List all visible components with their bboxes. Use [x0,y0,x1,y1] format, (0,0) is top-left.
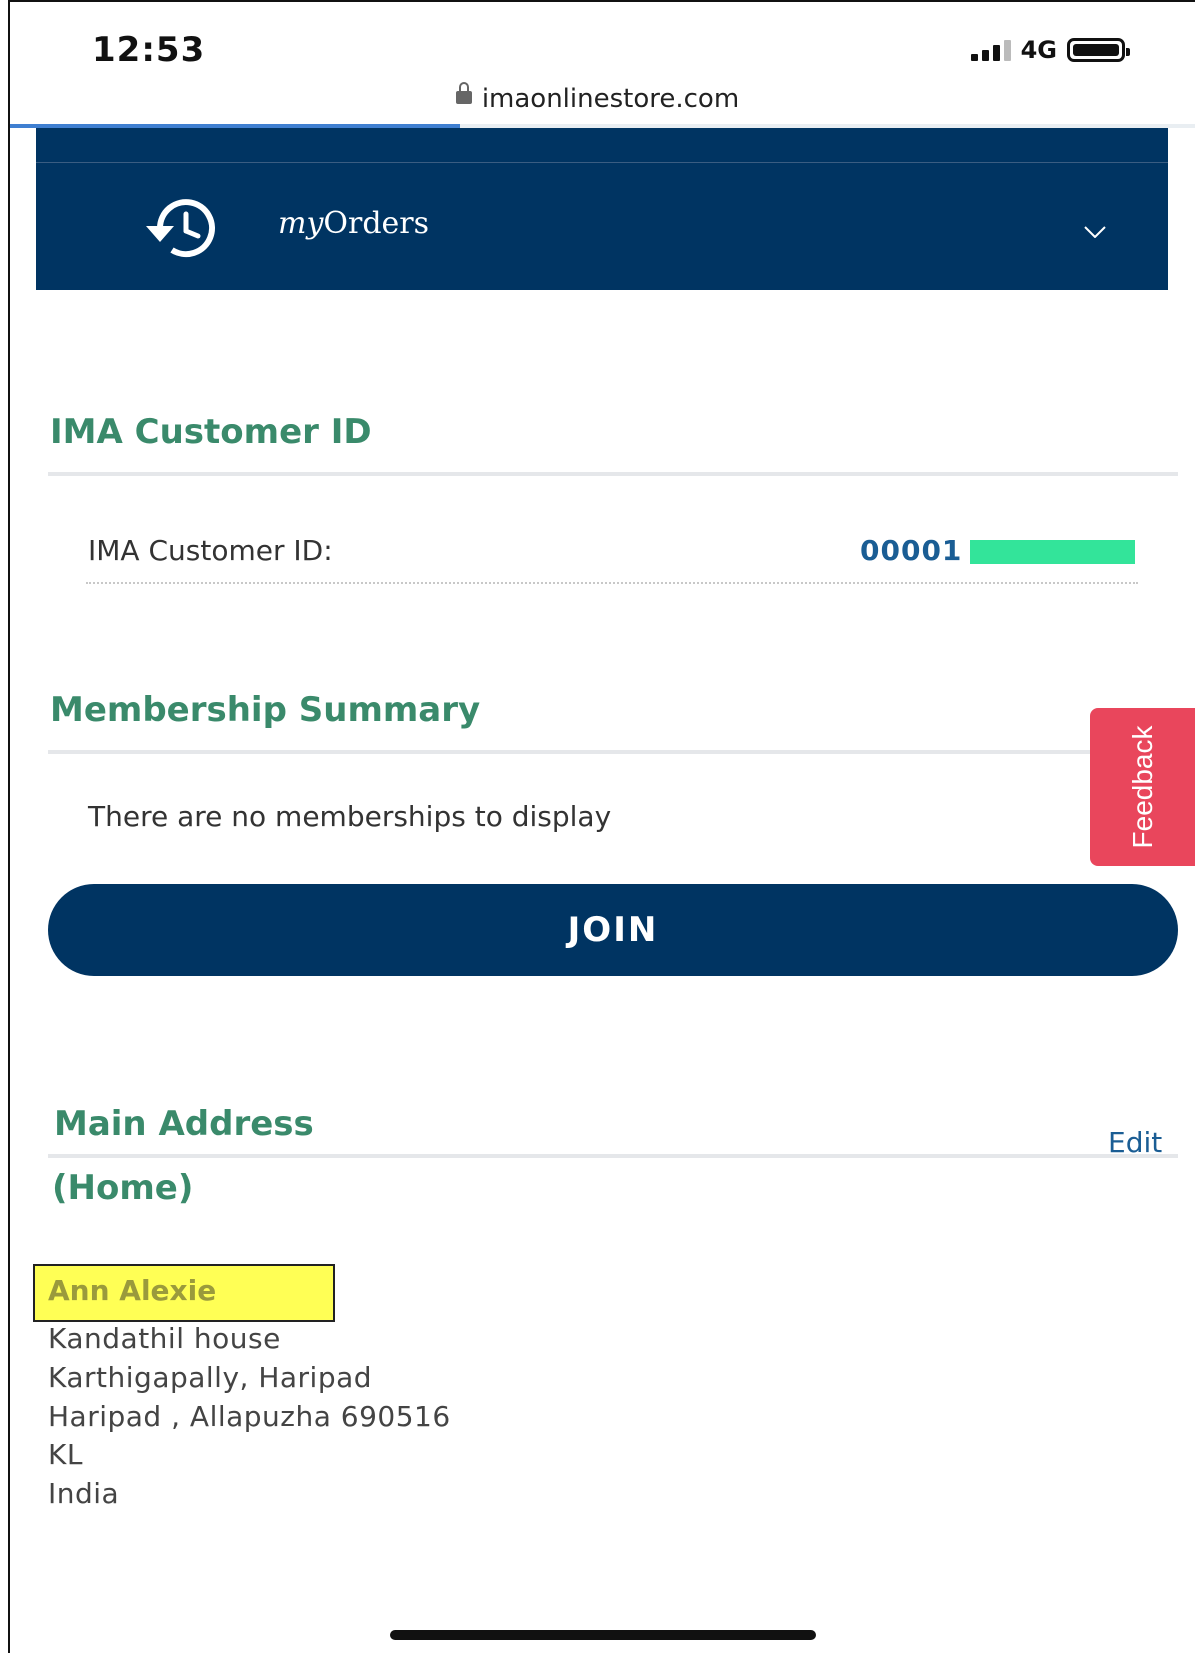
edit-address-link[interactable]: Edit [1108,1126,1162,1159]
account-nav-panel: myOrders [36,128,1168,290]
main-address-type: (Home) [52,1168,194,1208]
status-time: 12:53 [92,30,206,70]
chevron-down-icon[interactable] [1084,226,1106,238]
address-line-5: India [48,1477,120,1510]
my-orders-label: myOrders [278,206,429,241]
customer-id-redaction [970,540,1135,564]
feedback-tab[interactable]: Feedback [1090,708,1195,866]
main-address-heading-rule [48,1154,1178,1158]
nav-divider [36,162,1168,163]
address-line-3: Haripad , Allapuzha 690516 [48,1400,451,1433]
customer-id-heading: IMA Customer ID [50,412,372,452]
main-address-heading: Main Address [54,1104,314,1144]
membership-summary-heading: Membership Summary [50,690,481,730]
address-line-2: Karthigapally, Haripad [48,1361,373,1394]
address-line-4: KL [48,1438,83,1471]
customer-id-row-divider [86,582,1138,584]
feedback-label: Feedback [1126,725,1158,849]
history-clock-icon [146,199,215,258]
my-orders-prefix: my [278,206,324,241]
battery-icon [1067,38,1130,62]
join-button[interactable]: JOIN [48,884,1178,976]
address-line-1: Kandathil house [48,1322,281,1355]
signal-icon [970,39,1011,61]
my-orders-suffix: Orders [323,206,430,241]
network-type: 4G [1020,36,1057,64]
address-name: Ann Alexie [48,1274,217,1307]
lock-icon [455,82,472,104]
home-indicator[interactable] [390,1630,816,1640]
customer-id-heading-rule [48,472,1178,476]
no-memberships-message: There are no memberships to display [88,800,612,833]
customer-id-value: 00001 [860,534,963,567]
url-text: imaonlinestore.com [481,84,740,114]
address-bar[interactable]: imaonlinestore.com [0,82,1195,114]
membership-heading-rule [48,750,1090,754]
status-indicators: 4G [970,36,1130,64]
customer-id-label: IMA Customer ID: [88,534,333,567]
